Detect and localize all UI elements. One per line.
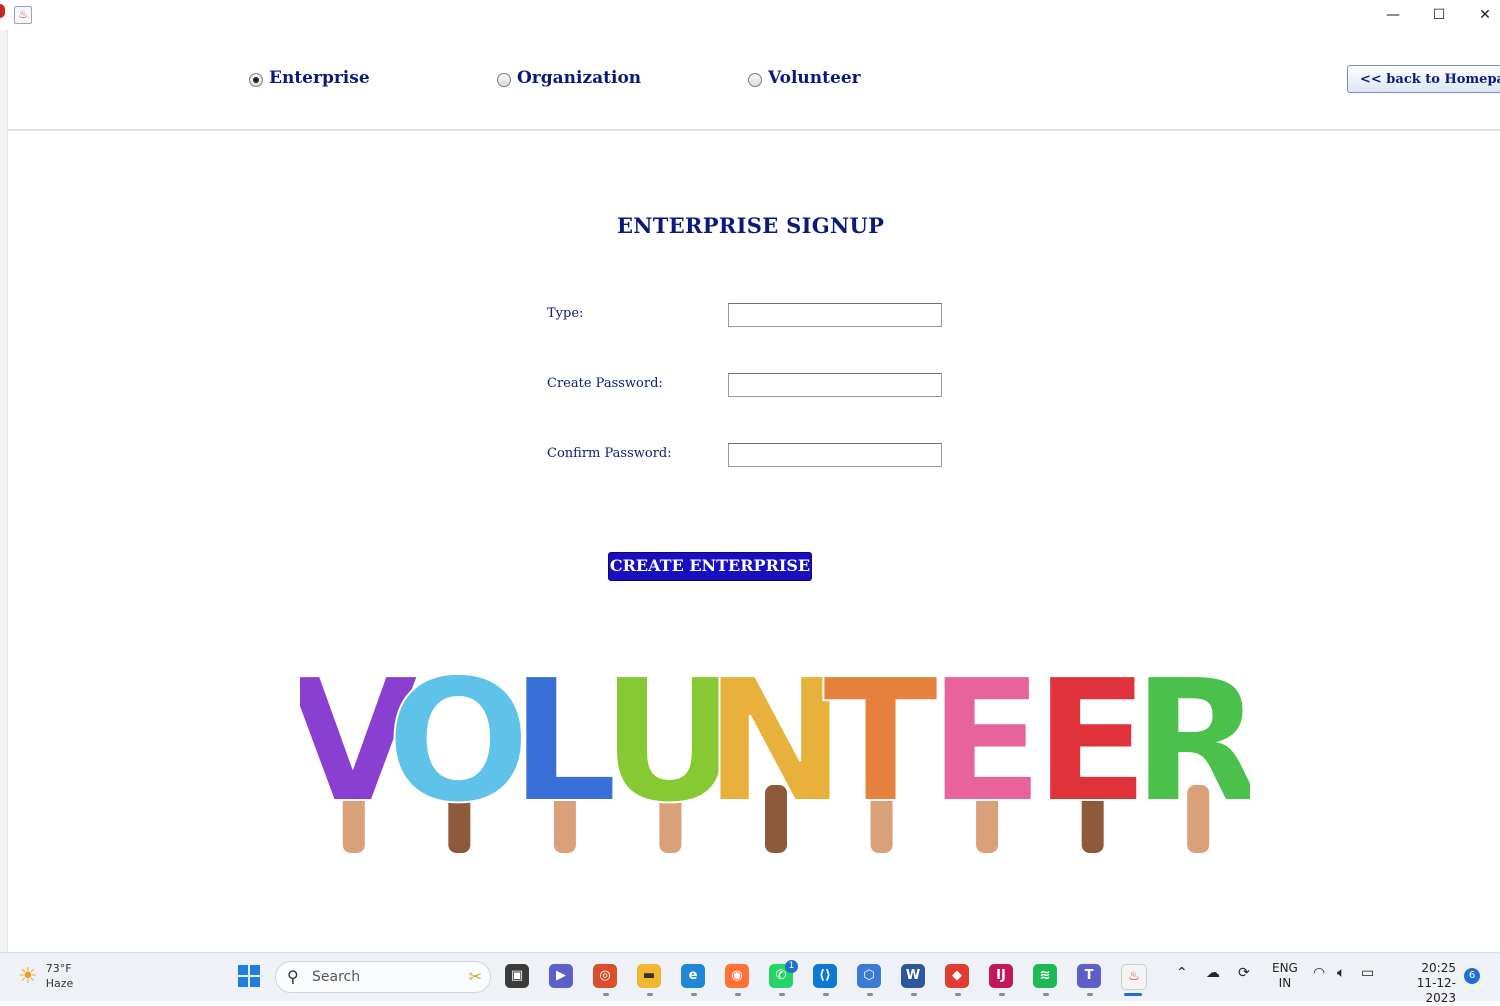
type-input[interactable] [728, 303, 942, 327]
window-edge-marker [0, 4, 5, 18]
search-placeholder: Search [312, 969, 361, 985]
maximize-button[interactable]: ☐ [1416, 0, 1462, 30]
type-label: Type: [547, 306, 584, 321]
teams-icon[interactable]: T [1077, 964, 1101, 988]
running-indicator [779, 993, 785, 996]
intellij-icon[interactable]: IJ [989, 964, 1013, 988]
taskbar-search-box[interactable]: ⚲ Search ✂ [275, 961, 491, 993]
radio-organization[interactable]: Organization [497, 66, 641, 90]
teams-meet-icon[interactable]: ▶ [549, 964, 573, 988]
language-code: ENG [1272, 961, 1298, 975]
volume-icon[interactable]: 🔈︎ [1337, 966, 1345, 981]
radio-enterprise-label: Enterprise [269, 68, 370, 88]
confirm-password-label: Confirm Password: [547, 446, 672, 461]
weather-widget[interactable]: ☀ 73°F Haze [18, 961, 73, 991]
word-icon[interactable]: W [901, 964, 925, 988]
minimize-button[interactable]: — [1370, 0, 1416, 30]
onedrive-icon[interactable]: ☁ [1206, 966, 1220, 981]
language-indicator[interactable]: ENG IN [1272, 961, 1298, 991]
firefox-icon[interactable]: ◉ [725, 964, 749, 988]
chevron-up-icon[interactable]: ⌃ [1176, 966, 1188, 981]
running-indicator [735, 993, 741, 996]
file-explorer-icon[interactable]: ▬ [637, 964, 661, 988]
git-icon[interactable]: ◆ [945, 964, 969, 988]
balloon-letter: R [1131, 650, 1250, 853]
close-button[interactable]: ✕ [1462, 0, 1500, 30]
windows-logo-icon [238, 965, 260, 987]
svg-text:E: E [928, 650, 1044, 841]
running-indicator [999, 993, 1005, 996]
whatsapp-badge: 1 [785, 960, 798, 973]
radio-organization-label: Organization [517, 68, 642, 88]
running-indicator [1087, 993, 1093, 996]
create-password-label: Create Password: [547, 376, 663, 391]
radio-enterprise[interactable]: Enterprise [249, 66, 370, 90]
vscode-icon[interactable]: ⟨⟩ [813, 964, 837, 988]
wifi-icon[interactable]: ◠ [1313, 966, 1325, 981]
radio-unselected-indicator[interactable] [748, 73, 762, 87]
search-highlight-icon: ✂ [468, 967, 482, 986]
running-indicator [691, 993, 697, 996]
weather-description: Haze [45, 977, 74, 990]
split-pane-divider[interactable] [8, 129, 1500, 131]
running-indicator [647, 993, 653, 996]
haze-icon: ☀ [18, 963, 38, 989]
page-title: ENTERPRISE SIGNUP [617, 213, 885, 238]
start-button[interactable] [238, 965, 260, 987]
running-indicator [955, 993, 961, 996]
battery-icon[interactable]: ▭ [1361, 966, 1374, 981]
virtualbox-icon[interactable]: ⬡ [857, 964, 881, 988]
back-to-homepage-button[interactable]: << back to Homepage [1347, 65, 1500, 93]
ubuntu-icon[interactable]: ◎ [593, 964, 617, 988]
running-indicator [823, 993, 829, 996]
java-app-icon: ♨ [14, 6, 32, 24]
volunteer-balloon-banner: VOLUNTEER [300, 650, 1250, 853]
clock[interactable]: 20:25 11-12-2023 [1394, 961, 1456, 1006]
sync-icon[interactable]: ⟳ [1238, 966, 1250, 981]
edge-icon[interactable]: e [681, 964, 705, 988]
balloon-letter: E [927, 650, 1045, 853]
radio-selected-indicator[interactable] [249, 73, 263, 87]
create-enterprise-button[interactable]: CREATE ENTERPRISE [608, 552, 812, 581]
search-icon: ⚲ [287, 967, 299, 986]
svg-text:T: T [823, 650, 939, 841]
spotify-icon[interactable]: ≋ [1033, 964, 1057, 988]
running-indicator [603, 993, 609, 996]
svg-text:R: R [1132, 650, 1250, 841]
window-title-bar: ♨ — ☐ ✕ [0, 0, 1500, 31]
clock-date: 11-12-2023 [1416, 976, 1456, 1005]
confirm-password-input[interactable] [728, 443, 942, 467]
radio-unselected-indicator[interactable] [497, 73, 511, 87]
java-app-taskbar-icon[interactable]: ♨ [1121, 964, 1147, 990]
windows-taskbar: ☀ 73°F Haze ⚲ Search ✂ ▣ ▶ ◎ ▬ e ◉ ✆ 1 ⟨… [0, 952, 1500, 1005]
running-indicator [1043, 993, 1049, 996]
notification-badge[interactable]: 6 [1464, 968, 1480, 984]
radio-volunteer-label: Volunteer [768, 68, 861, 88]
running-indicator [911, 993, 917, 996]
radio-volunteer[interactable]: Volunteer [748, 66, 861, 90]
window-left-border [0, 30, 8, 952]
task-view-icon[interactable]: ▣ [505, 964, 529, 988]
region-code: IN [1278, 976, 1292, 990]
active-app-indicator [1124, 993, 1142, 996]
create-password-input[interactable] [728, 373, 942, 397]
running-indicator [867, 993, 873, 996]
balloon-letter: T [822, 650, 940, 853]
clock-time: 20:25 [1421, 961, 1456, 975]
weather-temperature: 73°F [45, 962, 72, 975]
